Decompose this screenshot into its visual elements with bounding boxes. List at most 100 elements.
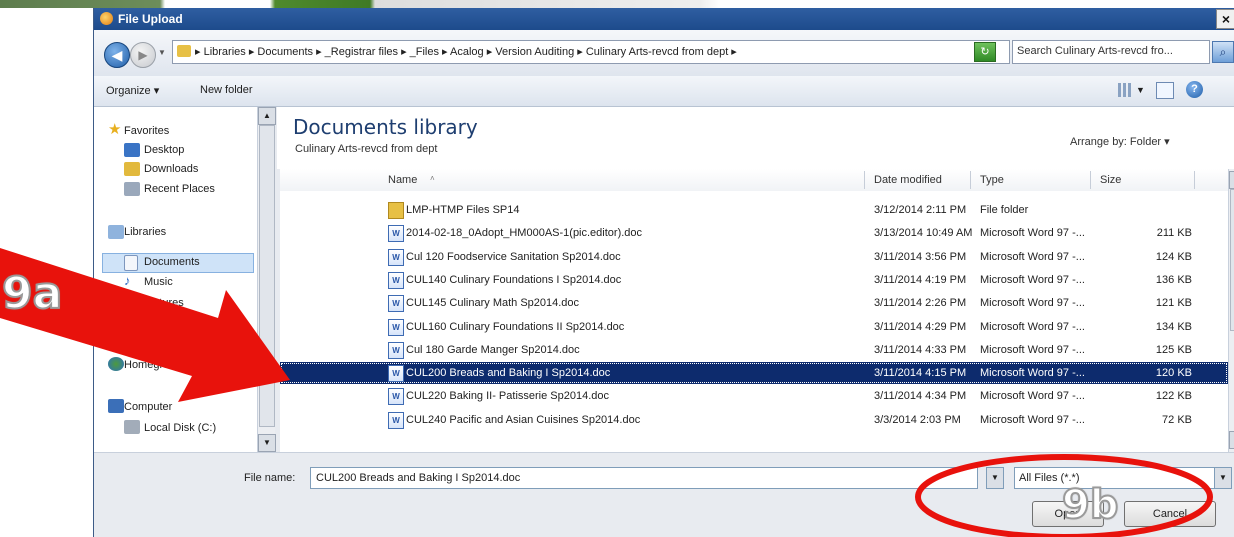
file-type: Microsoft Word 97 -...	[980, 390, 1085, 403]
help-icon[interactable]: ?	[1186, 81, 1203, 98]
nav-homegroup[interactable]: Homegroup	[124, 359, 181, 371]
file-row[interactable]: W CUL145 Culinary Math Sp2014.doc 3/11/201…	[280, 292, 1228, 314]
file-name: LMP-HTMP Files SP14	[406, 204, 520, 216]
cancel-button[interactable]: Cancel	[1124, 501, 1216, 527]
file-size: 211 KB	[1156, 227, 1192, 240]
address-row: ◀ ▶ ▼ ▸ Libraries ▸ Documents ▸ _Registr…	[94, 30, 1234, 76]
nav-videos[interactable]: Videos	[144, 317, 177, 329]
nav-libraries[interactable]: Libraries	[124, 226, 166, 238]
folder-icon	[388, 202, 404, 219]
back-button[interactable]: ◀	[104, 42, 130, 68]
file-date-modified: 3/13/2014 10:49 AM	[874, 227, 973, 240]
nav-music[interactable]: Music	[144, 276, 173, 288]
file-type-dropdown-icon[interactable]: ▼	[1214, 467, 1232, 489]
file-name-value: CUL200 Breads and Baking I Sp2014.doc	[316, 472, 521, 484]
file-date-modified: 3/11/2014 2:26 PM	[874, 297, 967, 310]
nav-favorites[interactable]: Favorites	[124, 125, 169, 137]
file-name: CUL220 Baking II- Patisserie Sp2014.doc	[406, 390, 610, 403]
file-row[interactable]: W Cul 120 Foodservice Sanitation Sp2014.d…	[280, 246, 1228, 268]
nav-recent-places[interactable]: Recent Places	[144, 183, 215, 195]
file-list-scrollbar[interactable]: ▲ ▼	[1228, 169, 1234, 452]
file-size: 136 KB	[1155, 273, 1192, 286]
documents-icon	[124, 255, 138, 271]
file-row[interactable]: W Cul 180 Garde Manger Sp2014.doc 3/11/201…	[280, 339, 1228, 361]
file-row[interactable]: W CUL200 Breads and Baking I Sp2014.doc 3/…	[280, 362, 1228, 385]
file-size: 134 KB	[1155, 320, 1192, 333]
navigation-pane: ★ Favorites Desktop Downloads Recent Pla…	[94, 107, 276, 452]
nav-scrollbar[interactable]: ▲ ▼	[257, 107, 276, 452]
file-name: CUL145 Culinary Math Sp2014.doc	[406, 297, 580, 310]
address-bar[interactable]: ▸ Libraries ▸ Documents ▸ _Registrar fil…	[172, 40, 1048, 65]
scroll-up-icon[interactable]: ▲	[258, 107, 276, 125]
library-subtitle: Culinary Arts-revcd from dept	[295, 143, 438, 155]
column-header-row: Name ˄ Date modified Type Size	[280, 169, 1228, 192]
nav-local-disk[interactable]: Local Disk (C:)	[144, 422, 216, 434]
file-name-input[interactable]: CUL200 Breads and Baking I Sp2014.doc	[310, 467, 978, 489]
organize-menu[interactable]: Organize ▾	[106, 84, 159, 97]
scroll-down-icon[interactable]: ▼	[1229, 431, 1234, 449]
file-row[interactable]: W CUL220 Baking II- Patisserie Sp2014.doc…	[280, 385, 1228, 407]
file-size: 120 KB	[1155, 367, 1192, 380]
file-name: Cul 120 Foodservice Sanitation Sp2014.do…	[406, 250, 621, 263]
arrange-by-dropdown[interactable]: Arrange by: Folder ▾	[1070, 135, 1170, 148]
refresh-button[interactable]: ↻	[974, 42, 996, 62]
history-dropdown-icon[interactable]: ▼	[158, 48, 166, 57]
file-row[interactable]: W 2014-02-18_0Adopt_HM000AS-1(pic.editor)…	[280, 222, 1228, 244]
recent-places-icon	[124, 182, 140, 196]
nav-downloads[interactable]: Downloads	[144, 163, 198, 175]
view-dropdown-icon[interactable]: ▼	[1136, 85, 1145, 95]
file-type: Microsoft Word 97 -...	[980, 250, 1085, 263]
file-name: CUL160 Culinary Foundations II Sp2014.do…	[406, 320, 625, 333]
scroll-thumb[interactable]	[259, 125, 275, 427]
libraries-icon	[108, 225, 124, 239]
nav-computer[interactable]: Computer	[124, 401, 172, 413]
forward-button[interactable]: ▶	[130, 42, 156, 68]
file-date-modified: 3/11/2014 4:34 PM	[874, 390, 967, 403]
pictures-icon	[124, 295, 140, 309]
file-date-modified: 3/11/2014 4:33 PM	[874, 343, 967, 356]
scroll-down-icon[interactable]: ▼	[258, 434, 276, 452]
file-date-modified: 3/11/2014 4:19 PM	[874, 273, 967, 286]
command-toolbar: Organize ▾ New folder ▼ ?	[94, 76, 1234, 107]
file-row[interactable]: W CUL240 Pacific and Asian Cuisines Sp201…	[280, 409, 1228, 431]
column-divider[interactable]	[1090, 171, 1091, 189]
search-icon[interactable]: ⌕	[1212, 41, 1234, 63]
scroll-up-icon[interactable]: ▲	[1229, 171, 1234, 189]
view-options-icon[interactable]	[1118, 83, 1132, 97]
breadcrumb[interactable]: ▸ Libraries ▸ Documents ▸ _Registrar fil…	[195, 45, 737, 58]
file-upload-dialog: File Upload × ◀ ▶ ▼ ▸ Libraries ▸ Docume…	[93, 8, 1234, 537]
file-name: 2014-02-18_0Adopt_HM000AS-1(pic.editor).…	[406, 227, 643, 240]
search-input[interactable]: Search Culinary Arts-revcd fro...	[1012, 40, 1210, 64]
file-size: 121 KB	[1155, 297, 1192, 310]
file-name: CUL240 Pacific and Asian Cuisines Sp2014…	[406, 413, 641, 426]
file-size: 124 KB	[1155, 250, 1192, 263]
desktop-icon	[124, 143, 140, 157]
background-app-strip	[0, 0, 1234, 8]
annotation-label-9b: 9b	[1061, 481, 1119, 529]
column-size[interactable]: Size	[1100, 174, 1121, 186]
file-row[interactable]: W CUL140 Culinary Foundations I Sp2014.do…	[280, 269, 1228, 291]
nav-documents[interactable]: Documents	[144, 256, 200, 268]
file-date-modified: 3/11/2014 3:56 PM	[874, 250, 967, 263]
column-name[interactable]: Name	[388, 174, 417, 186]
window-title: File Upload	[118, 12, 183, 26]
scroll-thumb[interactable]	[1230, 189, 1234, 331]
column-date-modified[interactable]: Date modified	[874, 174, 942, 186]
file-name: CUL200 Breads and Baking I Sp2014.doc	[406, 367, 611, 380]
word-document-icon: W	[388, 411, 404, 429]
column-divider[interactable]	[1194, 171, 1195, 189]
nav-desktop[interactable]: Desktop	[144, 144, 184, 156]
column-divider[interactable]	[970, 171, 971, 189]
preview-pane-icon[interactable]	[1156, 82, 1174, 99]
new-folder-button[interactable]: New folder	[200, 84, 253, 96]
column-type[interactable]: Type	[980, 174, 1004, 186]
file-size: 125 KB	[1155, 343, 1192, 356]
homegroup-icon	[108, 357, 124, 371]
annotation-label-9a: 9a	[1, 267, 63, 320]
file-row[interactable]: LMP-HTMP Files SP14 3/12/2014 2:11 PM File…	[280, 199, 1228, 221]
file-row[interactable]: W CUL160 Culinary Foundations II Sp2014.d…	[280, 316, 1228, 338]
file-name-dropdown-icon[interactable]: ▼	[986, 467, 1004, 489]
close-button[interactable]: ×	[1216, 9, 1234, 29]
column-divider[interactable]	[864, 171, 865, 189]
nav-pictures[interactable]: Pictures	[144, 297, 184, 309]
